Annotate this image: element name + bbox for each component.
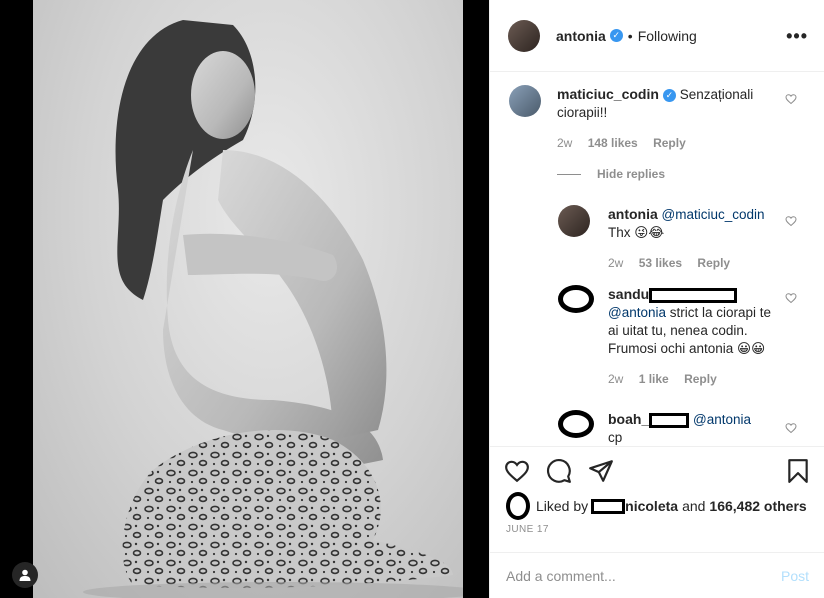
- post-date[interactable]: JUNE 17: [506, 524, 549, 535]
- liked-by-prefix: Liked by: [536, 498, 589, 514]
- reply-mention[interactable]: @antonia: [693, 412, 751, 427]
- reply-username[interactable]: sandu: [608, 286, 649, 302]
- reply-avatar[interactable]: [558, 205, 590, 237]
- verified-icon: ✓: [662, 88, 676, 102]
- reply-like-icon[interactable]: [785, 215, 797, 227]
- comment-likes[interactable]: 148 likes: [588, 136, 638, 150]
- reply-like-icon[interactable]: [785, 422, 797, 434]
- side-panel: antonia ✓ • Following ••• maticiuc_codin…: [489, 0, 824, 598]
- redacted-avatar: [558, 410, 594, 438]
- liked-by-others[interactable]: 166,482 others: [709, 498, 806, 514]
- reply-likes[interactable]: 1 like: [639, 372, 669, 386]
- comment-item: maticiuc_codin ✓ Senzaționali ciorapii!! …: [509, 85, 779, 150]
- post-photo[interactable]: [33, 0, 463, 598]
- comment-username[interactable]: maticiuc_codin: [557, 86, 659, 102]
- add-comment-bar: Post: [490, 552, 824, 598]
- comment-like-icon[interactable]: [785, 93, 797, 105]
- reply-text: cp: [608, 430, 623, 445]
- reply-button[interactable]: Reply: [653, 136, 686, 150]
- reply-button[interactable]: Reply: [684, 372, 717, 386]
- reply-item: antonia @maticiuc_codin Thx 😜😂 2w 53 lik…: [558, 205, 778, 270]
- redacted-liker-avatar: [506, 492, 530, 520]
- follow-button[interactable]: Following: [638, 28, 697, 44]
- hide-replies-label: Hide replies: [597, 167, 666, 181]
- comment-meta: 2w 148 likes Reply: [557, 136, 767, 150]
- reply-username[interactable]: antonia: [608, 206, 658, 222]
- post-comment-button[interactable]: Post: [781, 568, 809, 584]
- redacted-avatar: [558, 285, 594, 313]
- reply-button[interactable]: Reply: [697, 256, 730, 270]
- liked-by: Liked by nicoleta and 166,482 others: [506, 492, 807, 520]
- bookmark-icon[interactable]: [785, 458, 811, 484]
- more-icon[interactable]: •••: [786, 26, 808, 47]
- reply-meta: 2w 1 like Reply: [608, 372, 773, 386]
- redaction-box: [649, 287, 738, 303]
- photo-pane: [0, 0, 489, 598]
- redaction-box: [591, 498, 626, 514]
- comment-age[interactable]: 2w: [557, 136, 572, 150]
- add-comment-input[interactable]: [506, 567, 781, 584]
- hide-replies-button[interactable]: Hide replies: [557, 167, 665, 181]
- reply-mention[interactable]: @maticiuc_codin: [662, 207, 765, 222]
- liked-by-and: and: [682, 498, 706, 514]
- reply-item: boah_ @antonia cp: [558, 410, 778, 446]
- header-separator: •: [627, 27, 633, 44]
- author-avatar[interactable]: [508, 19, 540, 52]
- reply-like-icon[interactable]: [785, 292, 797, 304]
- photo-figure: [83, 20, 463, 598]
- post-header: antonia ✓ • Following •••: [490, 0, 824, 72]
- reply-item: sandu @antonia strict la ciorapi te ai u…: [558, 285, 778, 386]
- redaction-box: [649, 412, 690, 428]
- reply-username[interactable]: boah_: [608, 411, 649, 427]
- reply-text: Thx 😜😂: [608, 225, 665, 240]
- reply-age[interactable]: 2w: [608, 256, 623, 270]
- author-username[interactable]: antonia: [556, 28, 606, 44]
- comment-icon[interactable]: [546, 458, 572, 484]
- post-modal: antonia ✓ • Following ••• maticiuc_codin…: [0, 0, 824, 598]
- comments-list: maticiuc_codin ✓ Senzaționali ciorapii!! …: [490, 73, 824, 446]
- action-icons: [504, 457, 811, 487]
- share-icon[interactable]: [588, 458, 614, 484]
- verified-icon: ✓: [609, 29, 623, 42]
- liked-by-user[interactable]: nicoleta: [625, 498, 678, 514]
- hide-replies-line: [557, 173, 581, 175]
- user-tag-button[interactable]: [12, 562, 38, 588]
- user-tag-icon: [19, 569, 31, 581]
- reply-age[interactable]: 2w: [608, 372, 623, 386]
- reply-likes[interactable]: 53 likes: [639, 256, 682, 270]
- post-actions: Liked by nicoleta and 166,482 others JUN…: [490, 446, 824, 596]
- commenter-avatar[interactable]: [509, 85, 541, 117]
- reply-meta: 2w 53 likes Reply: [608, 256, 778, 270]
- reply-mention[interactable]: @antonia: [608, 305, 666, 320]
- heart-icon[interactable]: [504, 458, 530, 484]
